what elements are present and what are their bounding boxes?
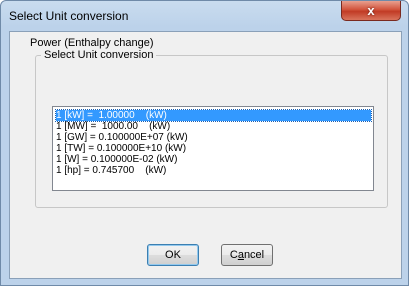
list-item[interactable]: 1 [GW] = 0.100000E+07 (kW) (56, 132, 371, 143)
power-label: Power (Enthalpy change) (30, 37, 154, 49)
close-icon: x (367, 3, 375, 18)
window-title: Select Unit conversion (9, 9, 129, 23)
close-button[interactable]: x (341, 1, 401, 21)
unit-conversion-list[interactable]: 1 [kW] = 1.00000 (kW) 1 [MW] = 1000.00 (… (52, 106, 374, 191)
list-item[interactable]: 1 [hp] = 0.745700 (kW) (56, 165, 371, 176)
ok-button-label: OK (165, 249, 181, 261)
list-item[interactable]: 1 [TW] = 0.100000E+10 (kW) (56, 143, 371, 154)
groupbox-title: Select Unit conversion (41, 49, 157, 61)
cancel-button-label: Cancel (230, 249, 264, 261)
list-item[interactable]: 1 [MW] = 1000.00 (kW) (56, 121, 371, 132)
list-item[interactable]: 1 [kW] = 1.00000 (kW) (55, 109, 372, 122)
ok-button[interactable]: OK (147, 244, 199, 266)
cancel-label-suffix: ncel (243, 249, 265, 261)
list-item[interactable]: 1 [W] = 0.100000E-02 (kW) (56, 154, 371, 165)
cancel-label-prefix: C (229, 249, 238, 261)
title-bar[interactable]: Select Unit conversion x (1, 1, 408, 29)
cancel-button[interactable]: Cancel (221, 244, 273, 266)
